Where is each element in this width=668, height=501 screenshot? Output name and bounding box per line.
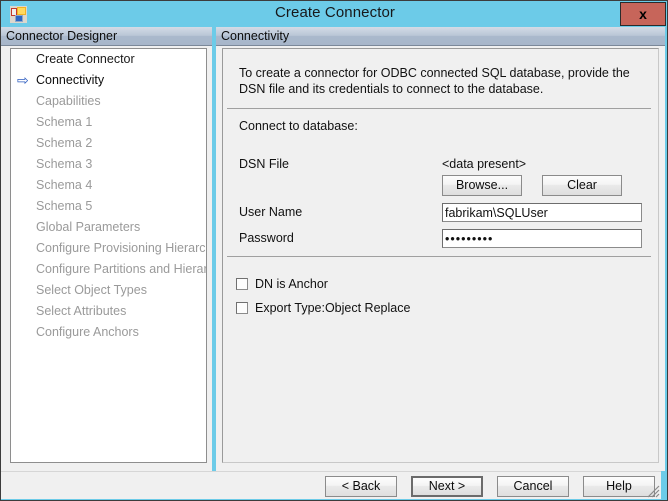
sidebar-item-configure-partitions-and-hierarchies[interactable]: Configure Partitions and Hierarchies <box>11 259 206 280</box>
right-panel-header: Connectivity <box>216 27 665 46</box>
sidebar-item-label: Configure Anchors <box>36 325 139 339</box>
sidebar-item-label: Schema 4 <box>36 178 93 192</box>
connector-designer-panel: Connector Designer Create Connector ⇨ Conn… <box>1 27 212 471</box>
cancel-button[interactable]: Cancel <box>497 476 569 497</box>
current-step-arrow-icon: ⇨ <box>17 72 29 88</box>
sidebar-item-label: Connectivity <box>36 73 105 87</box>
connectivity-panel: Connectivity To create a connector for O… <box>216 27 665 471</box>
dn-is-anchor-label: DN is Anchor <box>255 277 328 291</box>
sidebar-item-schema-1[interactable]: Schema 1 <box>11 112 206 133</box>
dialog-client-area: Connector Designer Create Connector ⇨ Conn… <box>1 27 665 499</box>
resize-grip-icon[interactable] <box>645 483 660 498</box>
sidebar-item-schema-5[interactable]: Schema 5 <box>11 196 206 217</box>
sidebar-item-select-object-types[interactable]: Select Object Types <box>11 280 206 301</box>
sidebar-item-label: Global Parameters <box>36 220 141 234</box>
browse-button[interactable]: Browse... <box>442 175 522 196</box>
user-name-label: User Name <box>239 205 303 219</box>
export-type-label: Export Type:Object Replace <box>255 301 411 315</box>
close-button[interactable]: x <box>620 2 666 26</box>
step-arrow-placeholder <box>17 91 32 112</box>
step-arrow-placeholder <box>17 322 32 343</box>
step-arrow-placeholder <box>17 133 32 154</box>
sidebar-item-label: Select Object Types <box>36 283 147 297</box>
password-input[interactable] <box>442 229 642 248</box>
connectivity-content: To create a connector for ODBC connected… <box>222 48 659 463</box>
dsn-file-label: DSN File <box>239 157 290 171</box>
dialog-footer: < Back Next > Cancel Help <box>1 471 661 499</box>
sidebar-item-global-parameters[interactable]: Global Parameters <box>11 217 206 238</box>
sidebar-item-capabilities[interactable]: Capabilities <box>11 91 206 112</box>
dn-is-anchor-checkbox[interactable]: DN is Anchor <box>236 277 328 293</box>
dsn-file-value: <data present> <box>442 157 527 171</box>
next-button[interactable]: Next > <box>411 476 483 497</box>
sidebar-item-label: Select Attributes <box>36 304 127 318</box>
step-arrow-placeholder <box>17 112 32 133</box>
step-arrow-placeholder <box>17 238 32 259</box>
step-arrow-placeholder <box>17 196 32 217</box>
back-button[interactable]: < Back <box>325 476 397 497</box>
step-arrow-placeholder <box>17 259 32 280</box>
step-arrow-placeholder <box>17 49 32 70</box>
sidebar-item-label: Create Connector <box>36 52 135 66</box>
step-arrow-placeholder <box>17 301 32 322</box>
window-title: Create Connector <box>275 4 395 21</box>
checkbox-glyph <box>236 278 248 290</box>
sidebar-item-schema-3[interactable]: Schema 3 <box>11 154 206 175</box>
wizard-step-list[interactable]: Create Connector ⇨ Connectivity Capabilitie… <box>10 48 207 463</box>
sidebar-item-schema-2[interactable]: Schema 2 <box>11 133 206 154</box>
create-connector-dialog: Create Connector x Connector Designer Cr… <box>0 0 668 501</box>
divider-bottom <box>227 256 651 257</box>
sidebar-item-configure-provisioning-hierarchy[interactable]: Configure Provisioning Hierarchy <box>11 238 206 259</box>
divider-top <box>227 108 651 109</box>
export-type-object-replace-checkbox[interactable]: Export Type:Object Replace <box>236 301 410 317</box>
sidebar-item-label: Schema 3 <box>36 157 93 171</box>
user-name-input[interactable] <box>442 203 642 222</box>
sidebar-item-label: Configure Provisioning Hierarchy <box>36 241 207 255</box>
password-label: Password <box>239 231 294 245</box>
clear-button[interactable]: Clear <box>542 175 622 196</box>
sidebar-item-label: Capabilities <box>36 94 101 108</box>
step-arrow-placeholder <box>17 154 32 175</box>
sidebar-item-select-attributes[interactable]: Select Attributes <box>11 301 206 322</box>
step-arrow-placeholder <box>17 175 32 196</box>
sidebar-item-label: Schema 5 <box>36 199 93 213</box>
sidebar-item-create-connector[interactable]: Create Connector <box>11 49 206 70</box>
sidebar-item-label: Schema 1 <box>36 115 93 129</box>
sidebar-item-configure-anchors[interactable]: Configure Anchors <box>11 322 206 343</box>
sidebar-item-label: Configure Partitions and Hierarchies <box>36 262 206 276</box>
title-bar: Create Connector x <box>1 1 667 27</box>
checkbox-glyph <box>236 302 248 314</box>
sidebar-item-connectivity[interactable]: ⇨ Connectivity <box>11 70 206 91</box>
step-arrow-placeholder <box>17 280 32 301</box>
step-arrow-placeholder <box>17 217 32 238</box>
intro-description: To create a connector for ODBC connected… <box>239 66 630 96</box>
left-panel-header: Connector Designer <box>1 27 212 46</box>
connect-to-database-label: Connect to database: <box>239 119 358 133</box>
sidebar-item-label: Schema 2 <box>36 136 93 150</box>
sidebar-item-schema-4[interactable]: Schema 4 <box>11 175 206 196</box>
